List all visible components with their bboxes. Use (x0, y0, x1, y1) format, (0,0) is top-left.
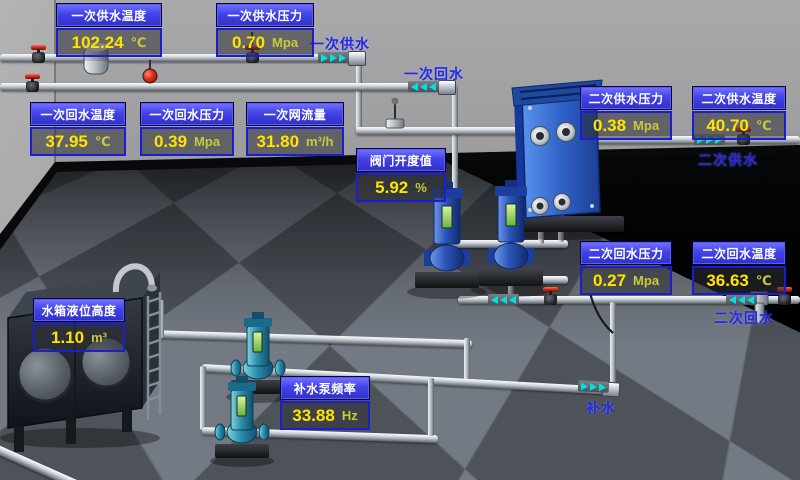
gauge-value: 37.95 (45, 132, 88, 152)
gauge-secondary-supply-temp[interactable]: 二次供水温度 40.70 ℃ (692, 86, 786, 140)
gauge-title: 一次供水压力 (216, 3, 314, 27)
gauge-unit: ℃ (756, 273, 772, 289)
hmi-heating-station-screen: 一次供水 一次回水 二次供水 二次回水 补水 一次供水温度 102.24 ℃ 一次… (0, 0, 800, 480)
equipment-layer (0, 0, 800, 480)
gauge-value: 0.27 (593, 271, 626, 291)
gauge-value-box: 102.24 ℃ (56, 28, 162, 57)
gauge-value-box: 0.27 Mpa (580, 266, 672, 295)
gauge-value: 40.70 (706, 116, 749, 136)
gauge-value-box: 37.95 ℃ (30, 127, 126, 156)
valve-return-end-icon (778, 294, 791, 305)
gauge-value: 0.38 (593, 116, 626, 136)
flow-arrows-secondary-return-2 (726, 294, 757, 305)
gauge-value: 102.24 (72, 33, 124, 53)
gauge-unit: Mpa (194, 134, 220, 149)
gauge-value: 0.70 (232, 33, 265, 53)
gauge-value-box: 0.70 Mpa (216, 28, 314, 57)
gauge-title: 一次网流量 (246, 102, 344, 126)
gauge-title: 补水泵频率 (280, 376, 370, 400)
gauge-title: 二次供水压力 (580, 86, 672, 110)
gauge-title: 一次回水温度 (30, 102, 126, 126)
gauge-primary-flow[interactable]: 一次网流量 31.80 m³/h (246, 102, 344, 156)
gauge-value-box: 33.88 Hz (280, 401, 370, 430)
gauge-title: 二次回水温度 (692, 241, 786, 265)
gauge-value-box: 1.10 m³ (33, 323, 125, 352)
gauge-makeup-pump-freq[interactable]: 补水泵频率 33.88 Hz (280, 376, 370, 430)
pressure-sensor-cable (590, 293, 613, 333)
gauge-primary-return-pressure[interactable]: 一次回水压力 0.39 Mpa (140, 102, 234, 156)
flow-arrows-secondary-return-1 (488, 294, 519, 305)
gauge-value: 5.92 (375, 178, 408, 198)
gauge-tank-level[interactable]: 水箱液位高度 1.10 m³ (33, 298, 125, 352)
gauge-valve-opening[interactable]: 阀门开度值 5.92% (356, 148, 446, 202)
gauge-value-box: 36.63 ℃ (692, 266, 786, 295)
pipe-label-primary-supply: 一次供水 (310, 34, 370, 54)
gauge-title: 一次回水压力 (140, 102, 234, 126)
valve-primary-return-icon (26, 81, 39, 92)
gauge-value: 33.88 (292, 406, 335, 426)
valve-secondary-return-icon (544, 294, 557, 305)
gauge-unit: Mpa (633, 118, 659, 133)
gauge-title: 二次回水压力 (580, 241, 672, 265)
gauge-title: 二次供水温度 (692, 86, 786, 110)
gauge-unit: ℃ (95, 134, 111, 150)
gauge-secondary-return-pressure[interactable]: 二次回水压力 0.27 Mpa (580, 241, 672, 295)
gauge-primary-supply-temp[interactable]: 一次供水温度 102.24 ℃ (56, 3, 162, 57)
gauge-value: 36.63 (706, 271, 749, 291)
gauge-value: 31.80 (257, 132, 300, 152)
gauge-unit: % (415, 180, 427, 195)
gauge-unit: ℃ (131, 35, 147, 51)
gauge-secondary-return-temp[interactable]: 二次回水温度 36.63 ℃ (692, 241, 786, 295)
gauge-unit: ℃ (756, 118, 772, 134)
gauge-value: 0.39 (154, 132, 187, 152)
gauge-value-box: 31.80 m³/h (246, 127, 344, 156)
gauge-title: 一次供水温度 (56, 3, 162, 27)
gauge-unit: Mpa (272, 35, 298, 50)
gauge-value: 1.10 (51, 328, 84, 348)
gauge-secondary-supply-pressure[interactable]: 二次供水压力 0.38 Mpa (580, 86, 672, 140)
gauge-title: 阀门开度值 (356, 148, 446, 172)
valve-primary-supply-icon (32, 52, 45, 63)
gauge-primary-return-temp[interactable]: 一次回水温度 37.95 ℃ (30, 102, 126, 156)
gauge-unit: Hz (342, 408, 358, 423)
gauge-primary-supply-pressure[interactable]: 一次供水压力 0.70 Mpa (216, 3, 314, 57)
gauge-value-box: 40.70 ℃ (692, 111, 786, 140)
pipe-label-makeup: 补水 (586, 398, 616, 418)
control-valve-icon (386, 98, 404, 129)
gauge-unit: m³ (91, 330, 107, 345)
gauge-title: 水箱液位高度 (33, 298, 125, 322)
tank-manhole-1 (18, 347, 72, 401)
gauge-value-box: 0.38 Mpa (580, 111, 672, 140)
pipe-label-secondary-return: 二次回水 (714, 308, 774, 328)
pipe-label-primary-return: 一次回水 (404, 64, 464, 84)
gauge-unit: Mpa (633, 273, 659, 288)
flow-arrows-makeup (578, 380, 610, 393)
gauge-unit: m³/h (306, 134, 333, 149)
water-tank (8, 266, 160, 452)
gauge-value-box: 5.92% (356, 173, 446, 202)
pipe-label-secondary-supply: 二次供水 (698, 150, 758, 170)
pressure-gauge-icon (143, 60, 157, 83)
gauge-value-box: 0.39 Mpa (140, 127, 234, 156)
